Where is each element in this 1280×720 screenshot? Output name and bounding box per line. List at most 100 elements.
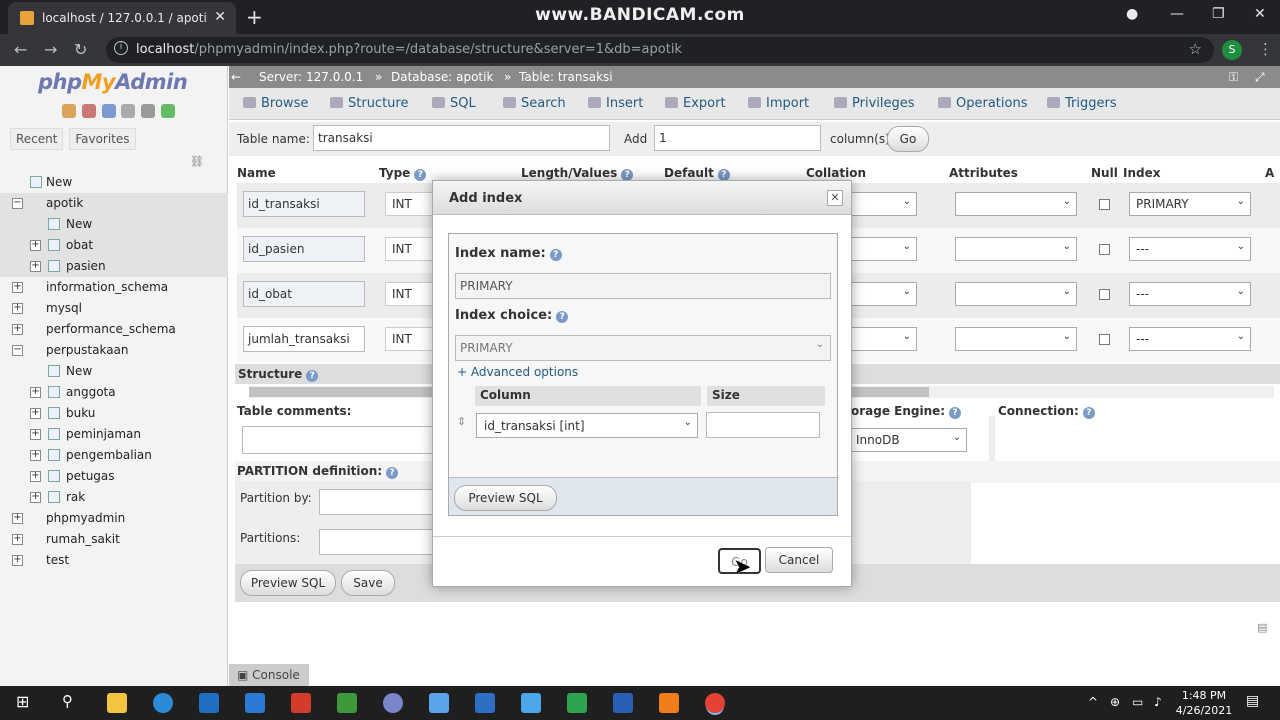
expand-icon[interactable]: + <box>30 387 41 398</box>
tree-label[interactable]: New <box>46 175 72 189</box>
storage-engine-select[interactable]: InnoDB ⌄ <box>849 428 967 452</box>
attributes-select[interactable]: ⌄ <box>955 327 1077 351</box>
drag-handle-icon[interactable]: ⇕ <box>457 415 466 428</box>
index-name-input[interactable]: PRIMARY <box>455 273 831 299</box>
address-bar[interactable]: i localhost/phpmyadmin/index.php?route=/… <box>106 37 1214 63</box>
partition-by-input[interactable] <box>319 489 439 515</box>
tree-label[interactable]: petugas <box>66 469 115 483</box>
null-checkbox[interactable] <box>1099 199 1110 210</box>
restore-icon[interactable]: ❐ <box>1212 6 1225 22</box>
app-icon[interactable] <box>429 693 449 713</box>
menu-operations[interactable]: Operations <box>938 96 1027 111</box>
volume-icon[interactable]: ♪ <box>1154 695 1162 709</box>
menu-search[interactable]: Search <box>503 96 566 111</box>
attributes-select[interactable]: ⌄ <box>955 282 1077 306</box>
console-bar[interactable]: ▣ Console <box>229 664 309 686</box>
null-checkbox[interactable] <box>1099 244 1110 255</box>
tree-label[interactable]: apotik <box>46 196 83 210</box>
collapse-arrow-icon[interactable]: ← <box>231 70 241 84</box>
dialog-header[interactable]: Add index ✕ <box>433 181 851 215</box>
expand-icon[interactable]: + <box>30 408 41 419</box>
index-column-select[interactable]: id_transaksi [int] ⌄ <box>476 413 698 438</box>
tree-label[interactable]: perpustakaan <box>46 343 129 357</box>
expand-icon[interactable]: + <box>12 534 23 545</box>
tree-table[interactable]: + buku <box>0 403 228 424</box>
tree-label[interactable]: pengembalian <box>66 448 152 462</box>
table-name-input[interactable]: transaksi <box>313 125 610 151</box>
tree-table[interactable]: + pengembalian <box>0 445 228 466</box>
tree-database[interactable]: + mysql <box>0 298 228 319</box>
windows-start-icon[interactable]: ⊞ <box>16 692 29 711</box>
index-choice-select[interactable]: PRIMARY ⌄ <box>455 335 831 361</box>
edge-icon[interactable] <box>153 693 173 713</box>
file-explorer-icon[interactable] <box>107 693 127 713</box>
publisher-icon[interactable] <box>475 693 495 713</box>
app-icon[interactable] <box>521 693 541 713</box>
tree-label[interactable]: rak <box>66 490 85 504</box>
docs-icon[interactable] <box>101 104 116 118</box>
menu-browse[interactable]: Browse <box>243 96 308 111</box>
tree-label[interactable]: pasien <box>66 259 106 273</box>
close-window-icon[interactable]: ✕ <box>1254 6 1266 22</box>
tree-label[interactable]: rumah_sakit <box>46 532 120 546</box>
reload-nav-icon[interactable] <box>161 104 176 118</box>
field-type-select[interactable]: INT <box>385 327 435 351</box>
menu-kebab-icon[interactable]: ⋮ <box>1258 40 1273 58</box>
expand-icon[interactable]: + <box>12 303 23 314</box>
profile-avatar[interactable]: S <box>1222 40 1242 60</box>
link-with-main-icon[interactable]: ⛓ <box>190 155 204 168</box>
field-name-input[interactable]: id_pasien <box>243 236 365 262</box>
tree-label[interactable]: anggota <box>66 385 116 399</box>
tray-chevron-icon[interactable]: ^ <box>1088 695 1098 709</box>
menu-export[interactable]: Export <box>665 96 726 111</box>
field-type-select[interactable]: INT <box>385 192 435 216</box>
search-icon[interactable]: ⚲ <box>62 692 73 710</box>
tree-new[interactable]: New <box>0 361 228 382</box>
tree-database[interactable]: − apotik <box>0 193 228 214</box>
collapse-icon[interactable]: − <box>12 198 23 209</box>
phpmyadmin-logo[interactable]: phpMyAdmin <box>38 70 188 94</box>
tree-new[interactable]: New <box>0 172 228 193</box>
tree-label[interactable]: test <box>46 553 69 567</box>
add-columns-go-button[interactable]: Go <box>887 126 929 152</box>
tree-table[interactable]: + obat <box>0 235 228 256</box>
store-icon[interactable] <box>199 693 219 713</box>
notifications-icon[interactable]: ▤ <box>1246 693 1259 709</box>
expand-icon[interactable]: + <box>30 492 41 503</box>
tree-database[interactable]: + performance_schema <box>0 319 228 340</box>
app-icon[interactable] <box>383 693 403 713</box>
tree-database[interactable]: + phpmyadmin <box>0 508 228 529</box>
tree-new[interactable]: New <box>0 214 228 235</box>
attributes-select[interactable]: ⌄ <box>955 237 1077 261</box>
expand-icon[interactable]: + <box>30 471 41 482</box>
expand-icon[interactable]: + <box>30 450 41 461</box>
xampp-icon[interactable] <box>659 693 679 713</box>
forward-arrow-icon[interactable]: → <box>44 40 57 59</box>
expand-icon[interactable]: + <box>12 513 23 524</box>
collapse-icon[interactable]: − <box>12 345 23 356</box>
expand-icon[interactable]: + <box>12 555 23 566</box>
expand-icon[interactable]: ⤢ <box>1255 70 1265 85</box>
site-info-icon[interactable]: i <box>114 41 128 55</box>
expand-icon[interactable]: + <box>30 240 41 251</box>
tree-label[interactable]: phpmyadmin <box>46 511 125 525</box>
preview-sql-button[interactable]: Preview SQL <box>240 570 336 596</box>
field-type-select[interactable]: INT <box>385 282 435 306</box>
expand-icon[interactable]: + <box>30 261 41 272</box>
chrome-icon[interactable] <box>705 693 725 713</box>
recent-tab[interactable]: Recent <box>10 128 64 150</box>
tree-label[interactable]: obat <box>66 238 93 252</box>
null-checkbox[interactable] <box>1099 334 1110 345</box>
save-button[interactable]: Save <box>341 570 395 596</box>
index-select[interactable]: --- ⌄ <box>1129 282 1251 306</box>
app-icon[interactable] <box>337 693 357 713</box>
tree-table[interactable]: + pasien <box>0 256 228 277</box>
gift-app-icon[interactable] <box>291 693 311 713</box>
menu-structure[interactable]: Structure <box>330 96 408 111</box>
expand-icon[interactable]: + <box>30 429 41 440</box>
index-select[interactable]: --- ⌄ <box>1129 327 1251 351</box>
index-select[interactable]: --- ⌄ <box>1129 237 1251 261</box>
index-select[interactable]: PRIMARY ⌄ <box>1129 192 1251 216</box>
breadcrumb-table[interactable]: Table: transaksi <box>519 70 613 84</box>
tree-label[interactable]: performance_schema <box>46 322 176 336</box>
